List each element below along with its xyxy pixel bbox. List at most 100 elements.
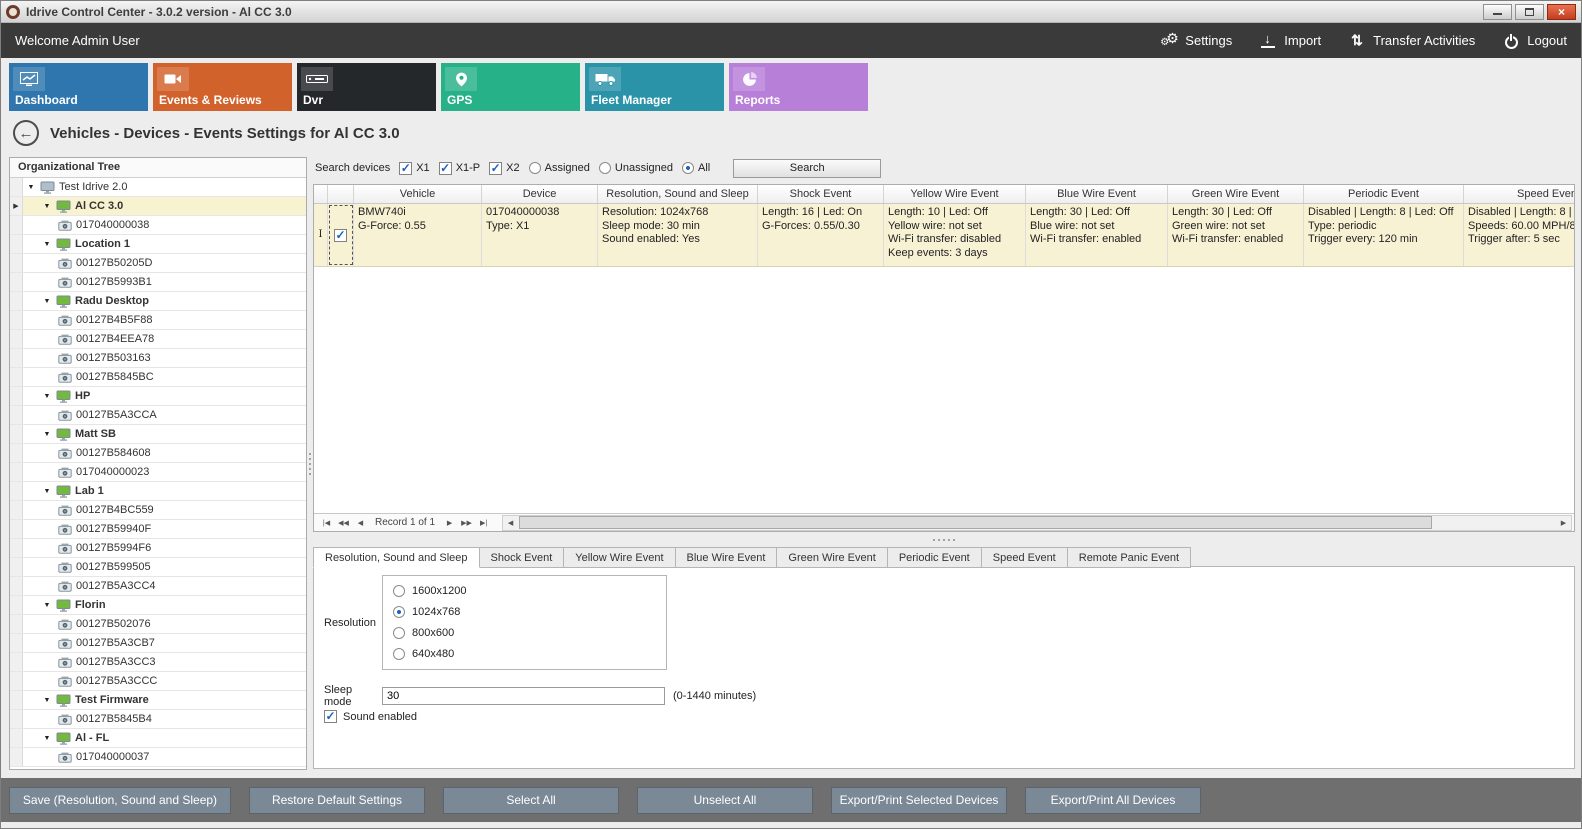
filter-radio-assigned[interactable]: Assigned	[529, 162, 590, 174]
tree-node-00127b4bc559[interactable]: 00127B4BC559	[10, 501, 306, 520]
tree-node-radu-desktop[interactable]: Radu Desktop	[10, 292, 306, 311]
footer-button-export-print-selected-devices[interactable]: Export/Print Selected Devices	[831, 787, 1007, 814]
tree-expand-arrow-icon[interactable]	[42, 298, 52, 305]
column-header-device[interactable]: Device	[482, 185, 598, 203]
tree-expand-arrow-icon[interactable]	[42, 602, 52, 609]
cell-green-wire-event[interactable]: Length: 30 | Led: Off Green wire: not se…	[1168, 204, 1304, 266]
nav-action-import[interactable]: Import	[1260, 33, 1321, 49]
tree-node-00127b5a3cca[interactable]: 00127B5A3CCA	[10, 406, 306, 425]
footer-button-restore-default-settings[interactable]: Restore Default Settings	[249, 787, 425, 814]
module-tab-dashboard[interactable]: Dashboard	[9, 63, 148, 111]
cell-resolution-sound-and-sleep[interactable]: Resolution: 1024x768 Sleep mode: 30 min …	[598, 204, 758, 266]
back-button[interactable]: ←	[13, 120, 39, 146]
tree-node-test-idrive-2-0[interactable]: Test Idrive 2.0	[10, 178, 306, 197]
previous-page-icon[interactable]: ◀◀	[335, 516, 352, 530]
footer-button-export-print-all-devices[interactable]: Export/Print All Devices	[1025, 787, 1201, 814]
tree-node-00127b5845bc[interactable]: 00127B5845BC	[10, 368, 306, 387]
tree-node-matt-sb[interactable]: Matt SB	[10, 425, 306, 444]
row-select-checkbox[interactable]	[328, 204, 354, 266]
tree-expand-arrow-icon[interactable]	[42, 488, 52, 495]
tree-node-00127b503163[interactable]: 00127B503163	[10, 349, 306, 368]
nav-action-logout[interactable]: Logout	[1503, 33, 1567, 49]
tree-expand-arrow-icon[interactable]	[42, 431, 52, 438]
tree-node-017040000038[interactable]: 017040000038	[10, 216, 306, 235]
footer-button-save-resolution-sound-and-sleep[interactable]: Save (Resolution, Sound and Sleep)	[9, 787, 231, 814]
horizontal-scrollbar[interactable]: ◀ ▶	[502, 515, 1572, 531]
nav-action-settings[interactable]: Settings	[1161, 33, 1232, 49]
previous-record-icon[interactable]: ◀	[352, 516, 369, 530]
table-row[interactable]: IBMW740i G-Force: 0.55017040000038 Type:…	[314, 204, 1574, 267]
nav-action-transfer-activities[interactable]: Transfer Activities	[1349, 33, 1475, 49]
column-header-blue-wire-event[interactable]: Blue Wire Event	[1026, 185, 1168, 203]
column-header-vehicle[interactable]: Vehicle	[354, 185, 482, 203]
module-tab-gps[interactable]: GPS	[441, 63, 580, 111]
tree-node-017040000037[interactable]: 017040000037	[10, 748, 306, 767]
resolution-option-800x600[interactable]: 800x600	[393, 627, 656, 639]
tree-expand-arrow-icon[interactable]	[42, 241, 52, 248]
tab-shock-event[interactable]: Shock Event	[480, 547, 565, 568]
footer-button-unselect-all[interactable]: Unselect All	[637, 787, 813, 814]
tree-node-00127b4eea78[interactable]: 00127B4EEA78	[10, 330, 306, 349]
filter-radio-all[interactable]: All	[682, 162, 710, 174]
sleep-mode-input[interactable]	[382, 687, 665, 705]
tree-expand-arrow-icon[interactable]	[42, 735, 52, 742]
tree-node-00127b584608[interactable]: 00127B584608	[10, 444, 306, 463]
tab-remote-panic-event[interactable]: Remote Panic Event	[1068, 547, 1191, 568]
module-tab-events-reviews[interactable]: Events & Reviews	[153, 63, 292, 111]
footer-button-select-all[interactable]: Select All	[443, 787, 619, 814]
filter-checkbox-x2[interactable]: X2	[489, 162, 519, 175]
module-tab-fleet-manager[interactable]: Fleet Manager	[585, 63, 724, 111]
tree-node-00127b59940f[interactable]: 00127B59940F	[10, 520, 306, 539]
scroll-right-icon[interactable]: ▶	[1556, 516, 1571, 530]
tree-node-al-cc-3-0[interactable]: Al CC 3.0	[10, 197, 306, 216]
tree-expand-arrow-icon[interactable]	[26, 184, 36, 191]
tree-node-00127b502076[interactable]: 00127B502076	[10, 615, 306, 634]
cell-yellow-wire-event[interactable]: Length: 10 | Led: Off Yellow wire: not s…	[884, 204, 1026, 266]
search-button[interactable]: Search	[733, 159, 881, 178]
resolution-option-1024x768[interactable]: 1024x768	[393, 606, 656, 618]
tree-node-00127b5a3cc4[interactable]: 00127B5A3CC4	[10, 577, 306, 596]
tab-yellow-wire-event[interactable]: Yellow Wire Event	[564, 547, 675, 568]
tab-green-wire-event[interactable]: Green Wire Event	[777, 547, 887, 568]
tree-node-00127b5a3ccc[interactable]: 00127B5A3CCC	[10, 672, 306, 691]
tree-node-00127b4b5f88[interactable]: 00127B4B5F88	[10, 311, 306, 330]
resolution-option-1600x1200[interactable]: 1600x1200	[393, 585, 656, 597]
tree-expand-arrow-icon[interactable]	[42, 393, 52, 400]
tab-speed-event[interactable]: Speed Event	[982, 547, 1068, 568]
tab-resolution-sound-and-sleep[interactable]: Resolution, Sound and Sleep	[313, 547, 480, 568]
column-header-periodic-event[interactable]: Periodic Event	[1304, 185, 1464, 203]
resolution-option-640x480[interactable]: 640x480	[393, 648, 656, 660]
cell-periodic-event[interactable]: Disabled | Length: 8 | Led: Off Type: pe…	[1304, 204, 1464, 266]
column-header-yellow-wire-event[interactable]: Yellow Wire Event	[884, 185, 1026, 203]
close-button[interactable]: ×	[1547, 4, 1576, 20]
filter-radio-unassigned[interactable]: Unassigned	[599, 162, 673, 174]
maximize-button[interactable]	[1515, 4, 1544, 20]
tree-node-00127b599505[interactable]: 00127B599505	[10, 558, 306, 577]
tab-blue-wire-event[interactable]: Blue Wire Event	[676, 547, 778, 568]
tree-node-00127b5845b4[interactable]: 00127B5845B4	[10, 710, 306, 729]
column-header-speed-event[interactable]: Speed Event	[1464, 185, 1574, 203]
column-header-resolution-sound-and-sleep[interactable]: Resolution, Sound and Sleep	[598, 185, 758, 203]
minimize-button[interactable]	[1483, 4, 1512, 20]
tree-node-lab-1[interactable]: Lab 1	[10, 482, 306, 501]
tree-expand-arrow-icon[interactable]	[42, 203, 52, 210]
tab-periodic-event[interactable]: Periodic Event	[888, 547, 982, 568]
tree-node-00127b50205d[interactable]: 00127B50205D	[10, 254, 306, 273]
filter-checkbox-x1-p[interactable]: X1-P	[439, 162, 480, 175]
last-record-icon[interactable]: ▶|	[475, 516, 492, 530]
next-page-icon[interactable]: ▶▶	[458, 516, 475, 530]
tree-node-017040000023[interactable]: 017040000023	[10, 463, 306, 482]
column-header-shock-event[interactable]: Shock Event	[758, 185, 884, 203]
next-record-icon[interactable]: ▶	[441, 516, 458, 530]
filter-checkbox-x1[interactable]: X1	[399, 162, 429, 175]
tree-node-test-firmware[interactable]: Test Firmware	[10, 691, 306, 710]
tree-node-al-fl[interactable]: Al - FL	[10, 729, 306, 748]
sound-enabled-checkbox[interactable]: Sound enabled	[324, 710, 417, 723]
cell-speed-event[interactable]: Disabled | Length: 8 | Led: Off Speeds: …	[1464, 204, 1574, 266]
tree-node-00127b5a3cb7[interactable]: 00127B5A3CB7	[10, 634, 306, 653]
tree-node-hp[interactable]: HP	[10, 387, 306, 406]
scrollbar-thumb[interactable]	[519, 516, 1432, 529]
first-record-icon[interactable]: |◀	[318, 516, 335, 530]
cell-shock-event[interactable]: Length: 16 | Led: On G-Forces: 0.55/0.30	[758, 204, 884, 266]
tree-node-florin[interactable]: Florin	[10, 596, 306, 615]
